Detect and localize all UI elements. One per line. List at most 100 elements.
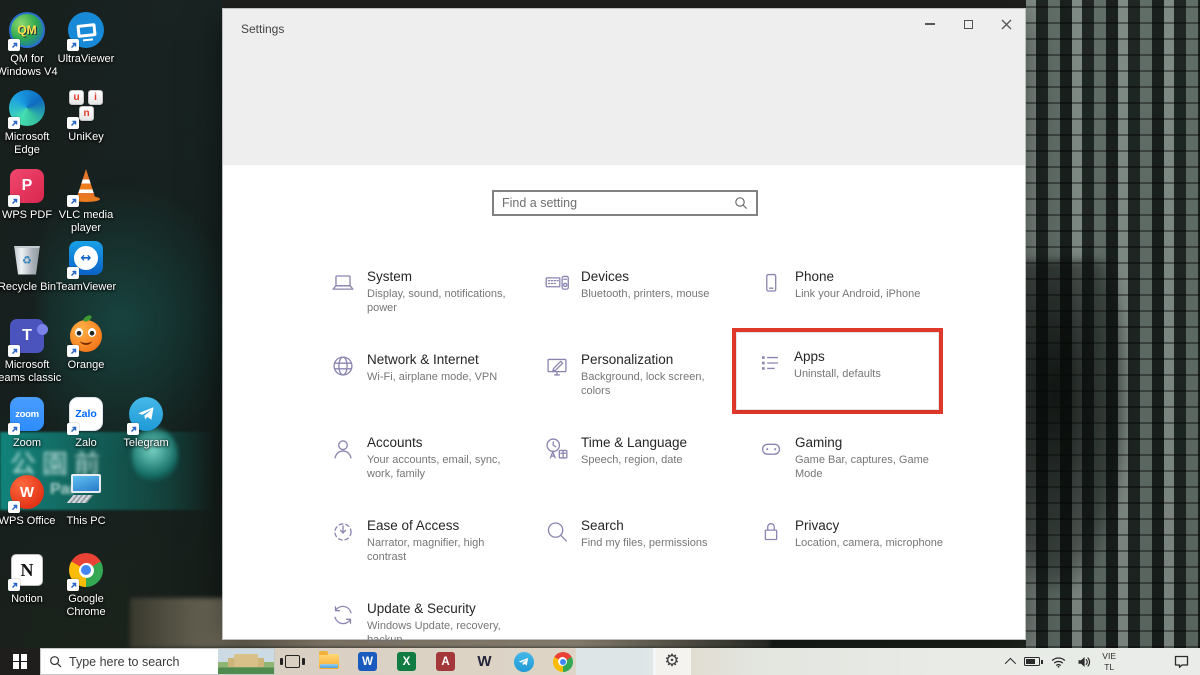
shortcut-arrow-icon bbox=[8, 423, 20, 435]
this-pc-icon bbox=[67, 474, 105, 510]
desktop-icon-label: UltraViewer bbox=[50, 53, 122, 66]
gaming-controller-icon bbox=[756, 434, 786, 464]
shortcut-arrow-icon bbox=[67, 117, 79, 129]
window-controls bbox=[911, 9, 1025, 39]
find-setting-input[interactable] bbox=[502, 196, 734, 210]
taskbar-bright-patch bbox=[576, 648, 656, 675]
maximize-button[interactable] bbox=[949, 9, 987, 39]
taskbar-settings-active[interactable]: ⚙ bbox=[653, 648, 691, 675]
tile-gaming[interactable]: Gaming Game Bar, captures, Game Mode bbox=[756, 434, 961, 482]
taskbar-search-input[interactable] bbox=[69, 655, 187, 669]
privacy-lock-icon bbox=[756, 517, 786, 547]
apps-tile-card: Apps Uninstall, defaults bbox=[736, 332, 939, 410]
shortcut-arrow-icon bbox=[127, 423, 139, 435]
taskbar-access[interactable]: A bbox=[426, 648, 465, 675]
desktop: 公園前 Par QM QM for Windows V4 UltraViewer… bbox=[0, 0, 1200, 675]
time-language-icon bbox=[542, 434, 572, 464]
shortcut-arrow-icon bbox=[8, 195, 20, 207]
tile-personalization[interactable]: Personalization Background, lock screen,… bbox=[542, 351, 747, 399]
close-button[interactable] bbox=[987, 9, 1025, 39]
start-button[interactable] bbox=[0, 648, 40, 675]
task-view-button[interactable] bbox=[275, 648, 309, 675]
shortcut-arrow-icon bbox=[67, 345, 79, 357]
apps-icon bbox=[755, 348, 785, 378]
system-tray: VIE TL bbox=[1005, 648, 1200, 675]
desktop-icon-vlc[interactable]: VLC media player bbox=[50, 166, 122, 235]
desktop-icon-this-pc[interactable]: This PC bbox=[50, 472, 122, 528]
tile-apps[interactable]: Apps Uninstall, defaults bbox=[737, 333, 942, 381]
desktop-icon-label: UniKey bbox=[50, 131, 122, 144]
search-icon bbox=[49, 655, 62, 668]
taskbar-telegram[interactable] bbox=[504, 648, 543, 675]
shortcut-arrow-icon bbox=[67, 39, 79, 51]
settings-gear-icon: ⚙ bbox=[664, 653, 679, 670]
shortcut-arrow-icon bbox=[8, 501, 20, 513]
personalization-icon bbox=[542, 351, 572, 381]
tile-network[interactable]: Network & Internet Wi-Fi, airplane mode,… bbox=[328, 351, 533, 384]
access-icon: A bbox=[436, 652, 455, 671]
tile-ease-of-access[interactable]: Ease of Access Narrator, magnifier, high… bbox=[328, 517, 533, 565]
taskbar-wps-office[interactable]: W bbox=[465, 648, 504, 675]
devices-icon bbox=[542, 268, 572, 298]
search-highlight-image[interactable] bbox=[218, 649, 274, 674]
desktop-icon-label: Google Chrome bbox=[50, 593, 122, 619]
file-explorer-icon bbox=[319, 654, 339, 669]
tile-time-language[interactable]: Time & Language Speech, region, date bbox=[542, 434, 747, 467]
wifi-icon[interactable] bbox=[1051, 656, 1066, 668]
minimize-button[interactable] bbox=[911, 9, 949, 39]
desktop-icon-label: This PC bbox=[50, 515, 122, 528]
desktop-icon-chrome[interactable]: Google Chrome bbox=[50, 550, 122, 619]
excel-icon: X bbox=[397, 652, 416, 671]
telegram-icon bbox=[514, 652, 534, 672]
taskbar: W X A W ⚙ bbox=[0, 648, 1200, 675]
wallpaper-tree bbox=[1008, 260, 1128, 590]
shortcut-arrow-icon bbox=[67, 267, 79, 279]
shortcut-arrow-icon bbox=[8, 39, 20, 51]
desktop-icon-label: VLC media player bbox=[50, 209, 122, 235]
desktop-icon-orange[interactable]: Orange bbox=[50, 316, 122, 372]
desktop-icon-telegram[interactable]: Telegram bbox=[110, 394, 182, 450]
taskbar-word[interactable]: W bbox=[348, 648, 387, 675]
battery-icon[interactable] bbox=[1024, 657, 1040, 666]
desktop-icon-label: TeamViewer bbox=[50, 281, 122, 294]
tile-devices[interactable]: Devices Bluetooth, printers, mouse bbox=[542, 268, 747, 301]
accounts-icon bbox=[328, 434, 358, 464]
tile-update-security[interactable]: Update & Security Windows Update, recove… bbox=[328, 600, 533, 648]
tile-privacy[interactable]: Privacy Location, camera, microphone bbox=[756, 517, 961, 550]
shortcut-arrow-icon bbox=[8, 117, 20, 129]
apps-highlight-annotation: Apps Uninstall, defaults bbox=[732, 328, 943, 414]
tile-accounts[interactable]: Accounts Your accounts, email, sync, wor… bbox=[328, 434, 533, 482]
task-view-icon bbox=[285, 655, 300, 668]
tile-system[interactable]: System Display, sound, notifications, po… bbox=[328, 268, 533, 316]
shortcut-arrow-icon bbox=[67, 195, 79, 207]
shortcut-arrow-icon bbox=[67, 423, 79, 435]
windows-logo-icon bbox=[13, 654, 28, 669]
desktop-icon-label: Telegram bbox=[110, 437, 182, 450]
tray-chevron-up-icon[interactable] bbox=[1005, 657, 1016, 668]
find-setting-searchbox[interactable] bbox=[492, 190, 758, 216]
tile-phone[interactable]: Phone Link your Android, iPhone bbox=[756, 268, 961, 301]
update-security-icon bbox=[328, 600, 358, 630]
taskbar-search-box[interactable] bbox=[40, 648, 275, 675]
taskbar-excel[interactable]: X bbox=[387, 648, 426, 675]
network-globe-icon bbox=[328, 351, 358, 381]
recycle-bin-icon: ♻ bbox=[13, 242, 41, 275]
desktop-icon-ultraviewer[interactable]: UltraViewer bbox=[50, 10, 122, 66]
action-center-icon[interactable] bbox=[1173, 654, 1190, 669]
language-indicator[interactable]: VIE TL bbox=[1102, 651, 1116, 671]
tile-search[interactable]: Search Find my files, permissions bbox=[542, 517, 747, 550]
window-header bbox=[223, 9, 1025, 165]
shortcut-arrow-icon bbox=[8, 579, 20, 591]
phone-icon bbox=[756, 268, 786, 298]
window-title: Settings bbox=[241, 22, 284, 36]
taskbar-file-explorer[interactable] bbox=[309, 648, 348, 675]
system-icon bbox=[328, 268, 358, 298]
desktop-icon-teamviewer[interactable]: ↔ TeamViewer bbox=[50, 238, 122, 294]
ease-of-access-icon bbox=[328, 517, 358, 547]
settings-window: Settings System Display, sound, notifica… bbox=[222, 8, 1026, 640]
wps-office-icon: W bbox=[477, 653, 491, 670]
search-tile-icon bbox=[542, 517, 572, 547]
taskbar-apps: W X A W bbox=[309, 648, 582, 675]
volume-icon[interactable] bbox=[1077, 656, 1091, 668]
desktop-icon-unikey[interactable]: u i n UniKey bbox=[50, 88, 122, 144]
